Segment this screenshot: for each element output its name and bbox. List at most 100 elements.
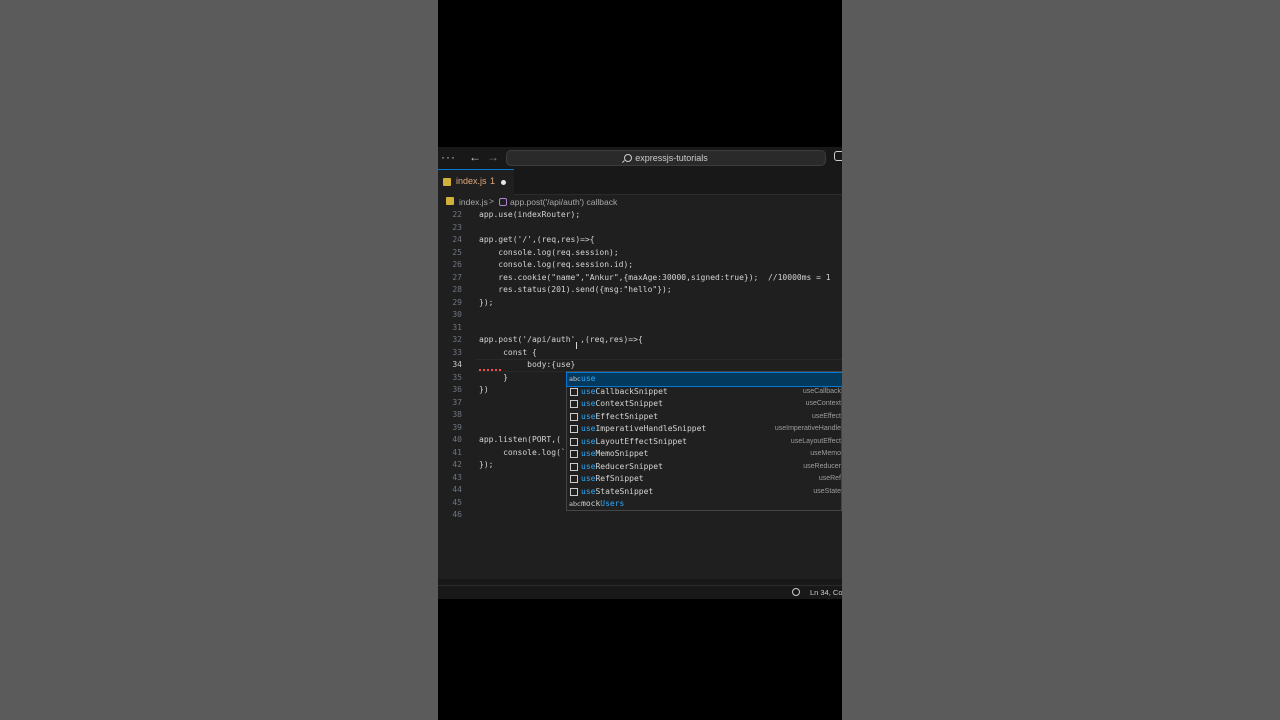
code-line: 33 const {	[438, 347, 842, 360]
code-line: 29});	[438, 297, 842, 310]
problem-count-badge: 1	[490, 176, 496, 186]
snippet-icon	[570, 400, 578, 408]
line-text: app.get('/',(req,res)=>{	[479, 235, 595, 244]
suggestion-match: use	[581, 374, 596, 383]
suggestion-rest: LayoutEffectSnippet	[595, 436, 687, 446]
line-text: res.cookie("name","Ankur",{maxAge:30000,…	[479, 272, 831, 282]
suggestion-item[interactable]: useLayoutEffectSnippet useLayoutEffect	[567, 436, 842, 449]
breadcrumb: index.js > app.post('/api/auth') callbac…	[438, 195, 842, 209]
suggestion-match: use	[581, 399, 596, 408]
suggestion-rest: StateSnippet	[595, 486, 654, 496]
status-bar: Ln 34, Co	[438, 585, 842, 599]
suggestion-detail: useEffect	[811, 412, 841, 420]
suggestion-match: mock	[581, 499, 601, 508]
line-text: app.post('/api/auth' ,(req,res)=>{	[479, 335, 643, 344]
unsaved-dot-icon[interactable]	[501, 180, 506, 185]
javascript-file-icon	[446, 197, 454, 205]
tab-bar: index.js 1	[438, 169, 842, 195]
line-number: 30	[452, 310, 462, 319]
snippet-icon	[570, 387, 578, 396]
code-line: 27 res.cookie("name","Ankur",{maxAge:300…	[438, 272, 842, 285]
suggestion-item[interactable]: abc mockUsers	[567, 498, 842, 511]
tab-index-js[interactable]: index.js 1	[438, 169, 514, 195]
line-text: res.status(201).send({msg:"hello"});	[479, 285, 672, 294]
line-number: 41	[452, 447, 462, 457]
suggestion-rest: ContextSnippet	[595, 399, 663, 408]
suggestion-detail: useReducer	[803, 462, 841, 470]
forward-arrow-icon[interactable]: →	[487, 150, 499, 164]
code-line: 22 app.use(indexRouter);	[438, 209, 842, 222]
suggestion-detail: useImperativeHandle	[774, 425, 841, 432]
line-text: }	[479, 372, 508, 382]
suggestion-match: use	[581, 411, 596, 421]
snippet-icon	[570, 475, 578, 483]
suggestion-match: use	[581, 424, 596, 433]
copilot-icon[interactable]	[834, 151, 842, 161]
search-icon	[624, 154, 633, 162]
line-number: 31	[452, 322, 462, 332]
code-line: 32 app.post('/api/auth' ,(req,res)=>{	[438, 334, 842, 347]
line-number: 40	[452, 435, 462, 444]
line-number: 27	[452, 272, 462, 282]
code-line: 26 console.log(req.session.id);	[438, 259, 842, 272]
snippet-icon	[570, 450, 578, 458]
command-center-search[interactable]: expressjs-tutorials	[506, 150, 826, 166]
suggestion-item[interactable]: useReducerSnippet useReducer	[567, 461, 842, 474]
suggestion-match: use	[581, 486, 596, 496]
left-background	[0, 0, 438, 720]
line-number: 33	[452, 347, 462, 357]
workspace-name: expressjs-tutorials	[635, 153, 708, 163]
line-number: 43	[452, 472, 462, 482]
line-number: 32	[452, 335, 462, 344]
line-text: app.use(indexRouter);	[479, 210, 581, 219]
tab-label: index.js	[456, 176, 487, 186]
suggestion-rest: ReducerSnippet	[595, 461, 663, 471]
javascript-file-icon	[443, 178, 451, 186]
line-number: 34	[452, 360, 462, 369]
line-number: 42	[452, 460, 462, 469]
suggestion-item[interactable]: useMemoSnippet useMemo	[567, 448, 842, 461]
back-arrow-icon[interactable]: ←	[469, 150, 481, 164]
vscode-window: ··· ← → expressjs-tutorials index.js 1 i…	[438, 147, 842, 599]
line-text: app.listen(PORT,(	[479, 435, 561, 444]
line-number: 36	[452, 385, 462, 394]
line-number: 24	[452, 235, 462, 244]
suggestion-item[interactable]: useStateSnippet useState	[567, 486, 842, 499]
suggestion-match: use	[581, 386, 596, 396]
line-number: 37	[452, 397, 462, 407]
line-number: 38	[452, 410, 462, 419]
text-cursor-icon: I	[575, 341, 578, 352]
suggestion-rest: CallbackSnippet	[595, 386, 668, 396]
line-text: console.log(req.session.id);	[479, 260, 634, 269]
snippet-icon	[570, 462, 578, 471]
suggestion-item[interactable]: useRefSnippet useRef	[567, 473, 842, 486]
suggestion-item[interactable]: useCallbackSnippet useCallback	[567, 386, 842, 399]
suggestion-item[interactable]: useEffectSnippet useEffect	[567, 411, 842, 424]
suggestion-rest: EffectSnippet	[595, 411, 659, 421]
title-bar: ··· ← → expressjs-tutorials	[438, 147, 842, 169]
line-text: })	[479, 385, 489, 394]
suggestion-widget[interactable]: abc use useCallbackSnippet useCallback use…	[566, 371, 842, 511]
line-number: 46	[452, 510, 462, 519]
suggestion-detail: useRef	[818, 475, 841, 482]
suggestion-rest: RefSnippet	[595, 474, 644, 483]
line-text: });	[479, 297, 494, 307]
line-number: 28	[452, 285, 462, 294]
line-text: console.log(req.session);	[479, 247, 619, 257]
suggestion-detail: useState	[813, 487, 841, 495]
code-line-active: 34 body:{use}	[438, 359, 842, 372]
suggestion-item[interactable]: useImperativeHandleSnippet useImperativeH…	[567, 423, 842, 436]
breadcrumb-file[interactable]: index.js	[459, 197, 488, 207]
abc-icon: abc	[569, 500, 581, 508]
code-line: 30	[438, 309, 842, 322]
suggestion-item[interactable]: abc use	[566, 372, 842, 387]
suggestion-match: use	[581, 436, 596, 446]
suggestion-rest: Users	[600, 499, 625, 508]
cursor-position[interactable]: Ln 34, Co	[810, 588, 842, 597]
zoom-icon[interactable]	[792, 588, 800, 596]
more-actions-icon[interactable]: ···	[441, 150, 456, 164]
suggestion-detail: useMemo	[810, 450, 841, 457]
suggestion-item[interactable]: useContextSnippet useContext	[567, 398, 842, 411]
breadcrumb-symbol[interactable]: app.post('/api/auth') callback	[510, 197, 617, 207]
abc-icon: abc	[569, 375, 581, 383]
